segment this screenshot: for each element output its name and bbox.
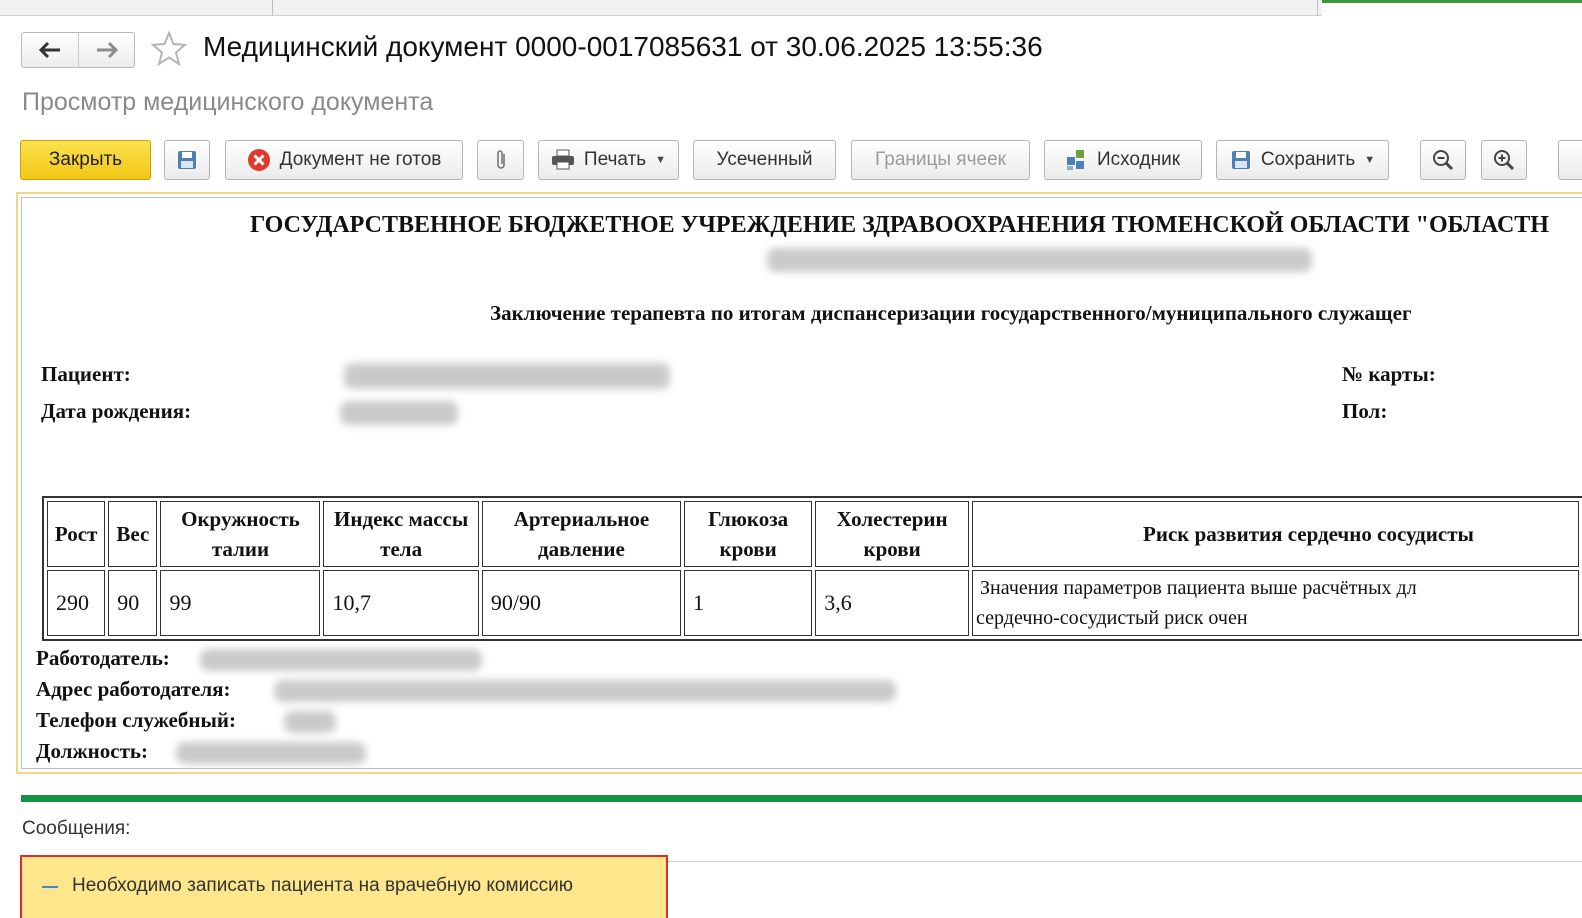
- close-button[interactable]: Закрыть: [20, 140, 151, 180]
- column-header: Индекс массы тела: [323, 501, 479, 567]
- document-sheet: ГОСУДАРСТВЕННОЕ БЮДЖЕТНОЕ УЧРЕЖДЕНИЕ ЗДР…: [21, 197, 1582, 769]
- risk-text-line: сердечно-сосудистый риск очен: [976, 607, 1248, 629]
- floppy-disk-icon: [1231, 151, 1250, 169]
- column-header: Риск развития сердечно сосудисты: [972, 501, 1579, 567]
- messages-splitter[interactable]: [21, 795, 1582, 802]
- save-icon-button[interactable]: [164, 140, 210, 180]
- document-status-label: Документ не готов: [279, 149, 442, 170]
- zoom-in-button[interactable]: [1481, 140, 1527, 180]
- source-button-label: Исходник: [1096, 149, 1181, 170]
- table-cell: 10,7: [323, 570, 479, 636]
- measurements-table: Рост Вес Окружность талии Индекс массы т…: [42, 496, 1582, 641]
- printer-icon: [551, 149, 574, 170]
- table-cell: 99: [160, 570, 321, 636]
- table-header-row: Рост Вес Окружность талии Индекс массы т…: [47, 501, 1579, 567]
- risk-text-line: Значения параметров пациента выше расчёт…: [980, 577, 1417, 599]
- table-row: 290 90 99 10,7 90/90 1 3,6 Значения пара…: [47, 570, 1579, 636]
- arrow-right-icon: [96, 41, 118, 59]
- column-header: Окружность талии: [160, 501, 321, 567]
- card-number-label: № карты:: [1342, 362, 1436, 386]
- message-text: Необходимо записать пациента на врачебну…: [72, 875, 574, 896]
- spreadsheet-document[interactable]: ГОСУДАРСТВЕННОЕ БЮДЖЕТНОЕ УЧРЕЖДЕНИЕ ЗДР…: [16, 192, 1582, 774]
- table-cell: 1: [684, 570, 813, 636]
- print-button[interactable]: Печать ▼: [538, 140, 679, 180]
- back-button[interactable]: [22, 33, 78, 67]
- employer-label: Работодатель:: [36, 646, 170, 670]
- table-cell: 90/90: [481, 570, 682, 636]
- column-header: Вес: [108, 501, 158, 567]
- organization-title: ГОСУДАРСТВЕННОЕ БЮДЖЕТНОЕ УЧРЕЖДЕНИЕ ЗДР…: [250, 212, 1549, 238]
- save-button-label: Сохранить: [1260, 149, 1356, 170]
- employer-address-label: Адрес работодателя:: [36, 677, 231, 701]
- form-subtitle: Просмотр медицинского документа: [22, 88, 434, 116]
- document-status-button[interactable]: Документ не готов: [225, 140, 463, 180]
- position-label: Должность:: [36, 739, 149, 763]
- truncated-button-label: Усеченный: [716, 149, 813, 170]
- cell-borders-button-label: Границы ячеек: [875, 149, 1006, 170]
- error-icon: [247, 149, 270, 171]
- favorite-star-icon[interactable]: [150, 30, 188, 68]
- column-header: Артериальное давление: [481, 501, 682, 567]
- table-cell: 290: [47, 570, 106, 636]
- paperclip-icon: [496, 150, 505, 169]
- floppy-disk-icon: [178, 151, 196, 169]
- truncated-button[interactable]: Усеченный: [693, 140, 836, 180]
- table-cell: 3,6: [815, 570, 970, 636]
- redacted-address: [767, 248, 1312, 272]
- dropdown-caret-icon: ▼: [1364, 154, 1376, 166]
- more-button[interactable]: [1558, 140, 1582, 180]
- column-header: Рост: [47, 501, 106, 567]
- column-header: Холестерин крови: [815, 501, 970, 567]
- risk-cell: Значения параметров пациента выше расчёт…: [972, 570, 1579, 636]
- navigation-group: [21, 32, 135, 68]
- conclusion-title: Заключение терапевта по итогам диспансер…: [490, 301, 1412, 325]
- dropdown-caret-icon: ▼: [655, 154, 667, 166]
- close-button-label: Закрыть: [48, 149, 123, 170]
- zoom-in-icon: [1494, 150, 1515, 171]
- messages-title: Сообщения:: [22, 818, 131, 839]
- redacted-patient-name: [344, 363, 670, 389]
- document-title: Медицинский документ 0000-0017085631 от …: [203, 31, 1043, 62]
- patient-label: Пациент:: [41, 362, 131, 386]
- zoom-out-icon: [1433, 150, 1454, 171]
- redacted-employer-address: [274, 680, 896, 702]
- cell-borders-button[interactable]: Границы ячеек: [851, 140, 1030, 180]
- save-button[interactable]: Сохранить ▼: [1216, 140, 1389, 180]
- table-cell: 90: [108, 570, 158, 636]
- collapse-dash-icon[interactable]: [42, 886, 58, 888]
- window-tab[interactable]: [273, 0, 1318, 16]
- window-tab[interactable]: [0, 0, 273, 16]
- redacted-dob: [340, 401, 458, 425]
- redacted-employer: [200, 649, 482, 671]
- forward-button[interactable]: [78, 33, 134, 67]
- source-button[interactable]: Исходник: [1044, 140, 1202, 180]
- attach-button[interactable]: [477, 140, 524, 180]
- dob-label: Дата рождения:: [41, 399, 192, 423]
- redacted-phone: [284, 711, 336, 733]
- message-item[interactable]: Необходимо записать пациента на врачебну…: [20, 855, 668, 918]
- window-tab-active[interactable]: [1322, 0, 1582, 16]
- print-button-label: Печать: [583, 149, 647, 170]
- work-phone-label: Телефон служебный:: [36, 708, 236, 732]
- column-header: Глюкоза крови: [684, 501, 813, 567]
- blocks-icon: [1066, 150, 1084, 170]
- window-tab-strip: [0, 0, 1582, 16]
- zoom-out-button[interactable]: [1420, 140, 1466, 180]
- arrow-left-icon: [38, 41, 60, 59]
- sex-label: Пол:: [1342, 399, 1388, 423]
- redacted-position: [176, 742, 366, 764]
